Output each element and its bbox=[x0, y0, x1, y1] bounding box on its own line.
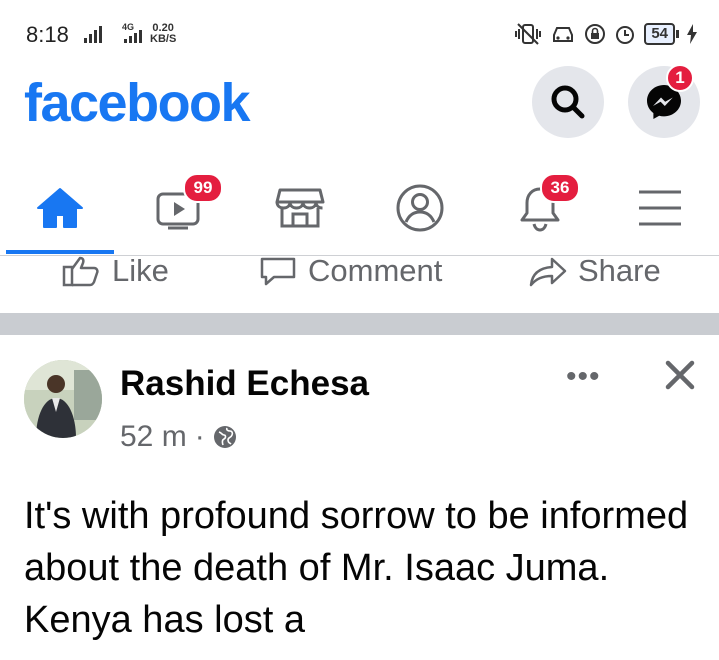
more-options-button[interactable]: ••• bbox=[566, 360, 601, 394]
tab-bar: 99 36 bbox=[0, 165, 719, 256]
tab-marketplace[interactable] bbox=[240, 165, 359, 251]
profile-icon bbox=[396, 184, 443, 232]
like-icon bbox=[62, 256, 99, 287]
close-icon[interactable] bbox=[660, 355, 700, 395]
battery-level: 54 bbox=[644, 23, 675, 45]
tab-profile[interactable] bbox=[360, 165, 479, 251]
menu-icon bbox=[638, 190, 681, 226]
tab-notifications[interactable]: 36 bbox=[480, 165, 599, 251]
author-avatar[interactable] bbox=[24, 360, 102, 438]
post-author[interactable]: Rashid Echesa bbox=[120, 364, 369, 404]
comment-label: Comment bbox=[308, 253, 443, 288]
search-icon bbox=[551, 85, 585, 119]
avatar-image bbox=[24, 360, 102, 438]
post-text: It's with profound sorrow to be informed… bbox=[24, 495, 689, 641]
comment-icon bbox=[260, 257, 296, 286]
charging-icon bbox=[687, 24, 697, 44]
speed-unit: KB/S bbox=[150, 33, 177, 45]
messenger-button[interactable]: 1 bbox=[628, 64, 700, 138]
like-button[interactable]: Like bbox=[62, 253, 169, 288]
search-button[interactable] bbox=[532, 66, 604, 138]
meta-separator: · bbox=[194, 420, 205, 453]
marketplace-icon bbox=[275, 188, 324, 228]
home-icon bbox=[36, 188, 83, 228]
comment-button[interactable]: Comment bbox=[258, 253, 443, 288]
signal-icon bbox=[84, 26, 102, 43]
status-icons: 54 bbox=[514, 22, 697, 46]
network-speed: 0.20 KB/S bbox=[150, 23, 176, 45]
lock-icon bbox=[585, 24, 606, 44]
signal-icon-2 bbox=[124, 30, 142, 43]
post-actions: Like Comment Share bbox=[0, 253, 719, 312]
share-icon bbox=[529, 257, 567, 287]
share-label: Share bbox=[578, 253, 661, 288]
car-icon bbox=[553, 27, 574, 42]
messenger-badge: 1 bbox=[666, 64, 694, 92]
status-time: 8:18 bbox=[26, 22, 69, 47]
active-tab-indicator bbox=[6, 250, 114, 254]
notifications-badge: 36 bbox=[540, 173, 580, 203]
tab-menu[interactable] bbox=[600, 165, 719, 251]
post-meta: 52 m · bbox=[120, 420, 237, 454]
vibrate-icon bbox=[515, 23, 542, 45]
share-button[interactable]: Share bbox=[528, 253, 661, 288]
battery-icon: 54 bbox=[644, 23, 679, 45]
tab-watch[interactable]: 99 bbox=[119, 165, 238, 251]
facebook-logo[interactable]: facebook bbox=[24, 72, 251, 134]
tab-home[interactable] bbox=[0, 165, 119, 251]
globe-icon bbox=[213, 426, 236, 448]
watch-badge: 99 bbox=[183, 173, 223, 203]
post-time[interactable]: 52 m bbox=[120, 420, 187, 454]
feed-divider bbox=[0, 313, 719, 335]
like-label: Like bbox=[112, 253, 169, 288]
status-bar: 8:18 4G 0.20 KB/S 54 bbox=[0, 0, 719, 68]
alarm-icon bbox=[616, 26, 635, 44]
